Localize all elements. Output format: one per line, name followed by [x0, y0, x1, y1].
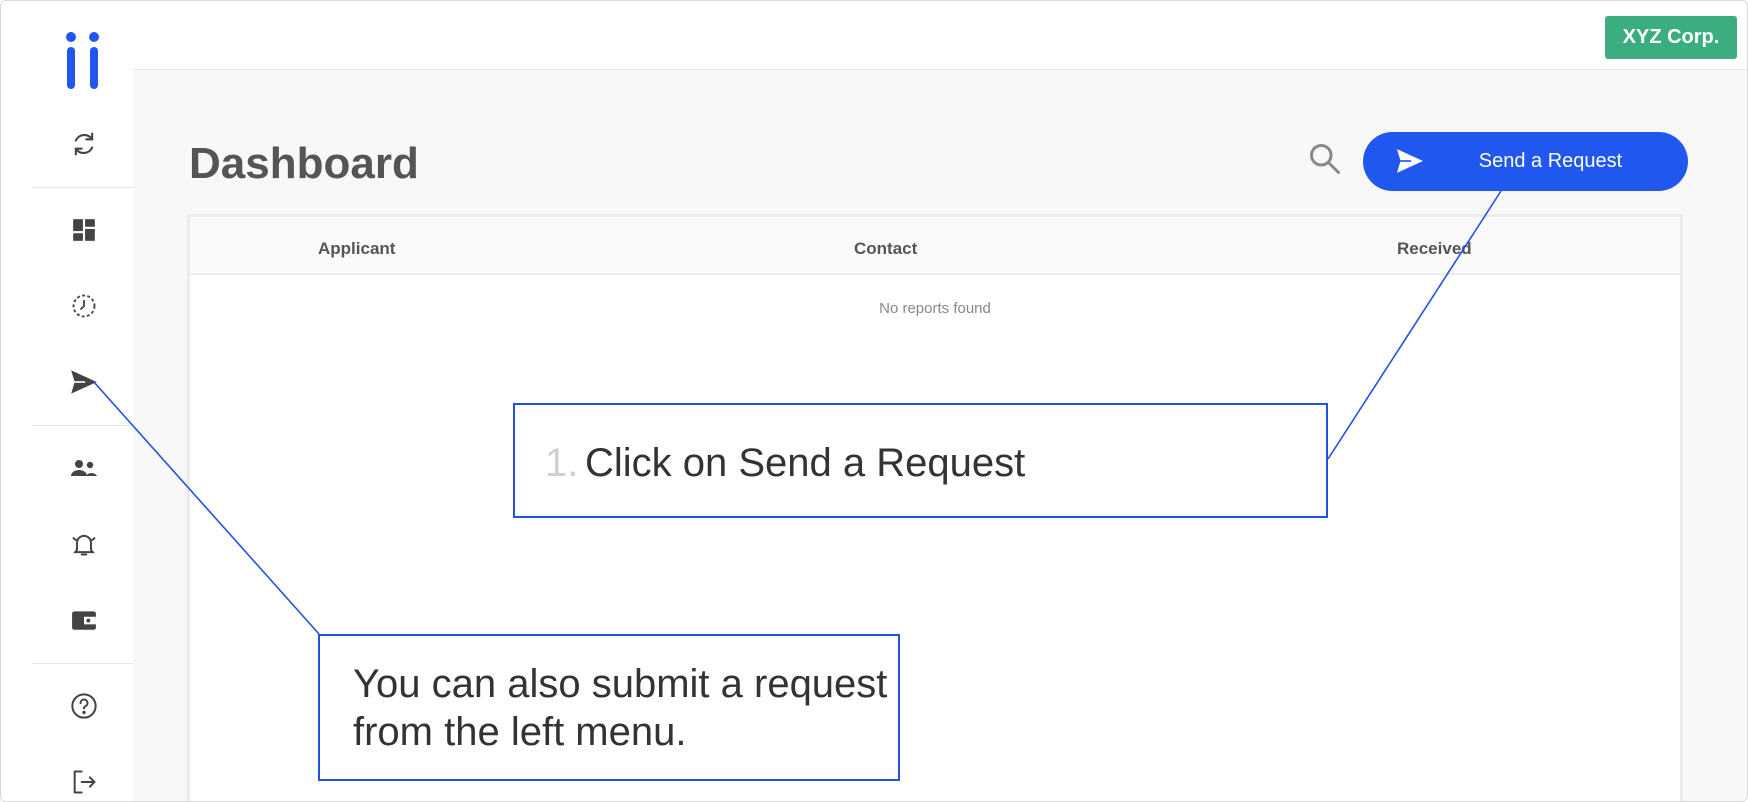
- sidebar-divider: [32, 663, 133, 664]
- annotation-step1: 1. Click on Send a Request: [513, 403, 1328, 518]
- logout-icon[interactable]: [63, 761, 105, 801]
- app-logo[interactable]: [65, 31, 103, 91]
- sidebar-divider: [32, 187, 133, 188]
- clock-icon[interactable]: [63, 285, 105, 327]
- bell-icon[interactable]: [63, 523, 105, 565]
- note-text: You can also submit a request from the l…: [353, 662, 888, 754]
- sidebar: [1, 1, 133, 801]
- column-header-applicant[interactable]: Applicant: [318, 239, 395, 259]
- annotation-note: You can also submit a request from the l…: [318, 634, 900, 781]
- dashboard-icon[interactable]: [63, 209, 105, 251]
- column-header-contact[interactable]: Contact: [854, 239, 917, 259]
- wallet-icon[interactable]: [63, 599, 105, 641]
- help-icon[interactable]: [63, 685, 105, 727]
- empty-table-message: No reports found: [879, 300, 991, 317]
- people-icon[interactable]: [63, 447, 105, 489]
- top-bar: XYZ Corp.: [133, 1, 1747, 70]
- send-request-label: Send a Request: [1478, 150, 1623, 172]
- search-icon[interactable]: [1307, 141, 1343, 177]
- refresh-icon[interactable]: [63, 123, 105, 165]
- send-request-button[interactable]: Send a Request: [1363, 132, 1688, 191]
- page-title: Dashboard: [189, 139, 419, 188]
- column-header-received[interactable]: Received: [1397, 239, 1472, 259]
- app-window: XYZ Corp. Dashboard Send a Request Appli…: [0, 0, 1748, 802]
- sidebar-divider: [32, 425, 133, 426]
- table-header: Applicant Contact Received: [190, 217, 1680, 275]
- step-number: 1.: [545, 441, 579, 485]
- organization-badge[interactable]: XYZ Corp.: [1605, 16, 1737, 59]
- send-icon[interactable]: [63, 361, 105, 403]
- step-text: Click on Send a Request: [585, 441, 1026, 485]
